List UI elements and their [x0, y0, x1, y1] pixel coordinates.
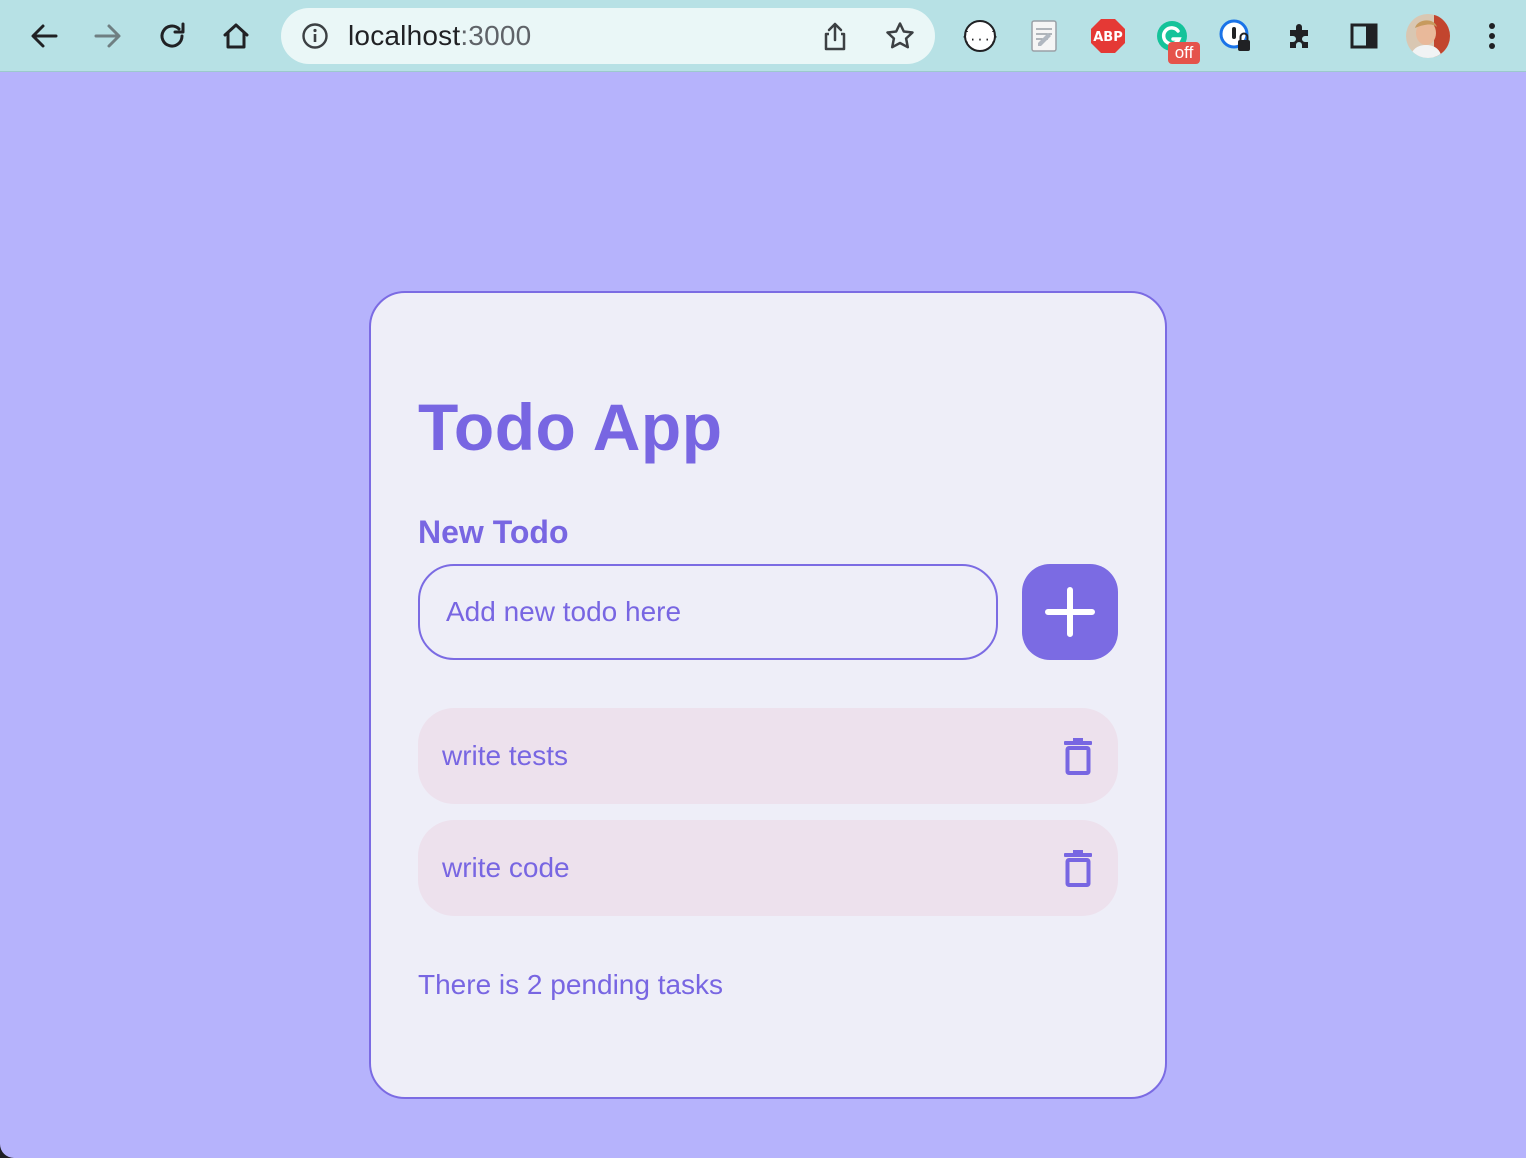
reload-button[interactable]	[152, 16, 192, 56]
todo-text: write tests	[442, 740, 569, 771]
reload-icon	[160, 22, 185, 48]
notes-glyph	[1031, 20, 1057, 52]
site-info-icon[interactable]	[301, 22, 329, 50]
arrow-right-icon	[94, 24, 121, 48]
new-todo-input[interactable]	[418, 564, 998, 660]
todo-text: write code	[442, 852, 570, 883]
profile-photo	[1406, 14, 1450, 58]
home-icon	[223, 23, 249, 49]
url-text[interactable]: localhost:3000	[348, 8, 531, 64]
trash-icon	[1064, 850, 1092, 887]
share-icon[interactable]	[819, 20, 851, 52]
bookmark-star-icon[interactable]	[884, 20, 916, 52]
todo-card: Todo App New Todo write tests	[369, 291, 1167, 1099]
abp-stop-sign-glyph: ABP	[1091, 19, 1125, 53]
delete-todo-button[interactable]	[1058, 734, 1098, 778]
password-manager-glyph	[1219, 19, 1250, 51]
todo-list: write tests write code	[418, 708, 1118, 932]
json-viewer-icon[interactable]: {...}	[962, 18, 998, 54]
new-todo-label: New Todo	[418, 514, 569, 550]
plus-icon	[1045, 587, 1095, 637]
app-title: Todo App	[418, 390, 723, 464]
grammarly-off-badge: off	[1168, 42, 1200, 64]
page-viewport: Todo App New Todo write tests	[0, 72, 1526, 1158]
kebab-menu-icon	[1489, 23, 1495, 49]
adblock-plus-icon[interactable]: ABP	[1090, 18, 1126, 54]
back-button[interactable]	[24, 16, 64, 56]
side-panel-icon[interactable]	[1346, 18, 1382, 54]
add-todo-button[interactable]	[1022, 564, 1118, 660]
forward-button[interactable]	[88, 16, 128, 56]
url-port: :3000	[460, 20, 532, 51]
svg-text:ABP: ABP	[1093, 30, 1123, 45]
browser-menu-button[interactable]	[1472, 16, 1512, 56]
profile-avatar[interactable]	[1406, 14, 1450, 58]
todo-item: write code	[418, 820, 1118, 916]
password-manager-icon[interactable]	[1218, 18, 1254, 54]
trash-icon	[1064, 738, 1092, 775]
svg-text:{...}: {...}	[963, 30, 997, 44]
todo-item: write tests	[418, 708, 1118, 804]
side-panel-glyph	[1350, 23, 1378, 49]
browser-window: localhost:3000 {...} ABP off Todo App Ne…	[0, 0, 1526, 1158]
pending-tasks-count: There is 2 pending tasks	[418, 969, 724, 1000]
puzzle-glyph	[1290, 24, 1308, 48]
address-bar[interactable]: localhost:3000	[281, 8, 935, 64]
delete-todo-button[interactable]	[1058, 846, 1098, 890]
notes-extension-icon[interactable]	[1026, 18, 1062, 54]
browser-toolbar: localhost:3000 {...} ABP off	[0, 0, 1526, 72]
json-braces-glyph: {...}	[963, 20, 997, 52]
arrow-left-icon	[31, 24, 58, 48]
url-host: localhost	[348, 20, 461, 51]
home-button[interactable]	[216, 16, 256, 56]
extensions-puzzle-icon[interactable]	[1282, 18, 1318, 54]
